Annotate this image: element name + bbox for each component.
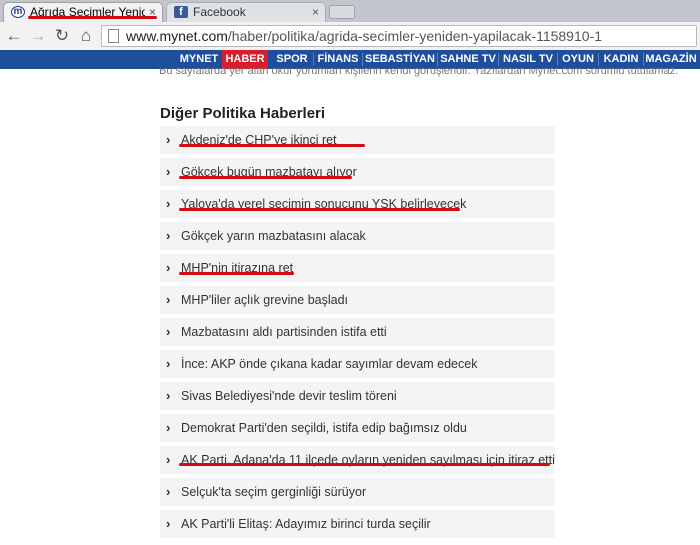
chevron-right-icon: ›: [166, 196, 171, 211]
facebook-favicon-icon: f: [174, 6, 188, 18]
list-item[interactable]: › MHP'liler açlık grevine başladı: [160, 286, 555, 314]
nav-item-finans[interactable]: FİNANS: [315, 50, 361, 69]
list-item[interactable]: › İnce: AKP önde çıkana kadar sayımlar d…: [160, 350, 555, 378]
news-link[interactable]: Demokrat Parti'den seçildi, istifa edip …: [181, 421, 467, 435]
page-icon: [108, 29, 119, 43]
section-title: Diğer Politika Haberleri: [160, 105, 326, 122]
mynet-favicon-icon: m: [11, 6, 25, 18]
list-item[interactable]: › Gökçek bugün mazbatayı alıyor: [160, 158, 555, 186]
list-item[interactable]: › Akdeniz'de CHP'ye ikinci ret: [160, 126, 555, 154]
nav-divider: [437, 53, 438, 66]
forward-arrow-icon[interactable]: →: [28, 26, 48, 46]
address-url: www.mynet.com/haber/politika/agrida-seci…: [126, 28, 602, 44]
chevron-right-icon: ›: [166, 132, 171, 147]
chevron-right-icon: ›: [166, 452, 171, 467]
nav-item-spor[interactable]: SPOR: [272, 50, 312, 69]
nav-item-sahne-tv[interactable]: SAHNE TV: [439, 50, 497, 69]
nav-item-haber[interactable]: HABER: [222, 50, 268, 69]
chevron-right-icon: ›: [166, 356, 171, 371]
nav-divider: [598, 53, 599, 66]
chevron-right-icon: ›: [166, 484, 171, 499]
browser-toolbar: ← → ↻ ⌂ www.mynet.com/haber/politika/agr…: [0, 22, 700, 51]
chevron-right-icon: ›: [166, 516, 171, 531]
list-item[interactable]: › Selçuk'ta seçim gerginliği sürüyor: [160, 478, 555, 506]
tab-title: Facebook: [193, 5, 246, 19]
news-link[interactable]: AK Parti'li Elitaş: Adayımız birinci tur…: [181, 517, 431, 531]
url-path: /haber/politika/agrida-secimler-yeniden-…: [227, 28, 602, 44]
nav-item-mynet[interactable]: MYNET: [178, 50, 220, 69]
list-item[interactable]: › Demokrat Parti'den seçildi, istifa edi…: [160, 414, 555, 442]
nav-item-sebastiyan[interactable]: SEBASTİYAN: [364, 50, 436, 69]
address-bar[interactable]: www.mynet.com/haber/politika/agrida-seci…: [101, 25, 697, 47]
home-icon[interactable]: ⌂: [76, 26, 96, 46]
annotation-underline: [179, 208, 460, 211]
article-disclaimer: Bu sayfalarda yer alan okur yorumları ki…: [159, 68, 679, 77]
nav-item-kadin[interactable]: KADIN: [600, 50, 642, 69]
tab-close-icon[interactable]: ×: [312, 3, 319, 21]
nav-item-magazin[interactable]: MAGAZİN: [645, 50, 697, 69]
url-host: www.mynet.com: [126, 28, 228, 44]
news-link[interactable]: MHP'liler açlık grevine başladı: [181, 293, 348, 307]
annotation-underline: [179, 272, 294, 275]
annotation-underline: [179, 463, 550, 466]
chevron-right-icon: ›: [166, 228, 171, 243]
nav-item-oyun[interactable]: OYUN: [559, 50, 597, 69]
chevron-right-icon: ›: [166, 292, 171, 307]
list-item[interactable]: › Sivas Belediyesi'nde devir teslim töre…: [160, 382, 555, 410]
chevron-right-icon: ›: [166, 260, 171, 275]
nav-divider: [557, 53, 558, 66]
list-item[interactable]: › MHP'nin itirazına ret: [160, 254, 555, 282]
list-item[interactable]: › Gökçek yarın mazbatasını alacak: [160, 222, 555, 250]
reload-icon[interactable]: ↻: [52, 26, 72, 46]
list-item[interactable]: › Mazbatasını aldı partisinden istifa et…: [160, 318, 555, 346]
site-nav: MYNET HABER SPOR FİNANS SEBASTİYAN SAHNE…: [0, 50, 700, 69]
new-tab-button[interactable]: [329, 5, 355, 19]
list-item[interactable]: › AK Parti, Adana'da 11 ilçede oyların y…: [160, 446, 555, 474]
nav-divider: [313, 53, 314, 66]
news-link[interactable]: Selçuk'ta seçim gerginliği sürüyor: [181, 485, 366, 499]
tab-title-underline: [28, 16, 157, 19]
chevron-right-icon: ›: [166, 324, 171, 339]
list-item[interactable]: › Yalova'da yerel seçimin sonucunu YSK b…: [160, 190, 555, 218]
chevron-right-icon: ›: [166, 388, 171, 403]
chevron-right-icon: ›: [166, 164, 171, 179]
news-link[interactable]: Gökçek yarın mazbatasını alacak: [181, 229, 366, 243]
nav-divider: [498, 53, 499, 66]
news-link[interactable]: İnce: AKP önde çıkana kadar sayımlar dev…: [181, 357, 477, 371]
tab-facebook[interactable]: f Facebook ×: [166, 2, 326, 22]
tab-strip: m Ağrıda Seçimler Yeniden × f Facebook ×: [0, 0, 700, 22]
news-link[interactable]: Mazbatasını aldı partisinden istifa etti: [181, 325, 387, 339]
news-link[interactable]: Sivas Belediyesi'nde devir teslim töreni: [181, 389, 397, 403]
list-item[interactable]: › AK Parti'li Elitaş: Adayımız birinci t…: [160, 510, 555, 538]
nav-item-nasil-tv[interactable]: NASIL TV: [500, 50, 556, 69]
back-arrow-icon[interactable]: ←: [4, 26, 24, 46]
chevron-right-icon: ›: [166, 420, 171, 435]
nav-divider: [643, 53, 644, 66]
nav-divider: [362, 53, 363, 66]
tab-active[interactable]: m Ağrıda Seçimler Yeniden ×: [3, 2, 163, 22]
annotation-underline: [179, 176, 352, 179]
annotation-underline: [179, 144, 365, 147]
